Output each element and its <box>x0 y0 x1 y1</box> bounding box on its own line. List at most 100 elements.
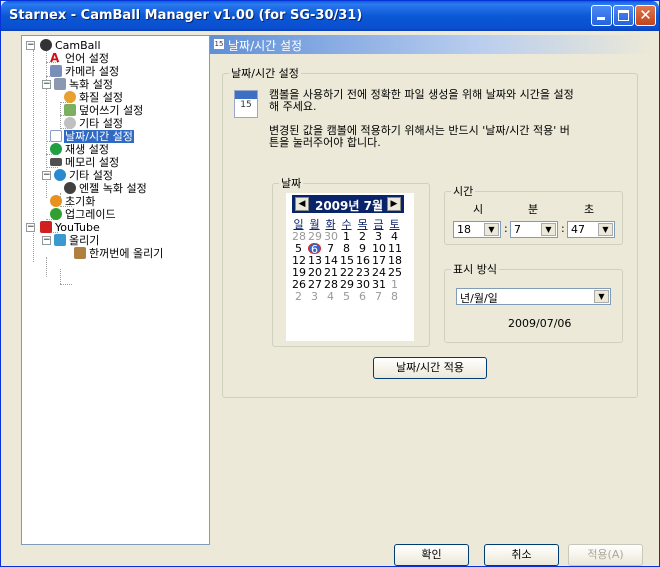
calendar-weekday: 금 <box>373 218 384 231</box>
tree-item-label: 올리기 <box>69 234 100 247</box>
calendar-day[interactable]: 16 <box>356 255 370 266</box>
format-select[interactable]: 년/월/일 ▼ <box>456 288 611 305</box>
calendar-icon <box>50 130 62 142</box>
maximize-button[interactable] <box>613 5 634 26</box>
close-button[interactable]: ✕ <box>635 5 656 26</box>
calendar-weekday: 일 <box>293 218 304 231</box>
chevron-down-icon[interactable]: ▼ <box>484 223 499 236</box>
calendar-day[interactable]: 29 <box>308 231 322 242</box>
record-icon <box>54 78 66 90</box>
calendar-weekday: 목 <box>357 218 368 231</box>
apply-datetime-button[interactable]: 날짜/시간 적용 <box>373 357 487 379</box>
calendar-day[interactable]: 8 <box>340 243 353 254</box>
next-month-button[interactable]: ▶ <box>387 197 401 211</box>
calendar-day[interactable]: 28 <box>324 279 338 290</box>
minimize-button[interactable] <box>591 5 612 26</box>
calendar-weekday: 월 <box>309 218 320 231</box>
calendar-day[interactable]: 30 <box>324 231 338 242</box>
calendar-day[interactable]: 4 <box>324 291 337 302</box>
play-icon <box>50 143 62 155</box>
cancel-button[interactable]: 취소 <box>484 544 559 566</box>
tree-item-label: 메모리 설정 <box>65 156 120 169</box>
calendar-day[interactable]: 3 <box>372 231 385 242</box>
calendar-day[interactable]: 21 <box>324 267 338 278</box>
tree-item-label: 덮어쓰기 설정 <box>79 104 144 117</box>
calendar-day[interactable]: 2 <box>356 231 369 242</box>
calendar-day[interactable]: 6 <box>308 243 321 255</box>
calendar-day[interactable]: 2 <box>292 291 305 302</box>
tree-item-label: 날짜/시간 설정 <box>64 130 134 143</box>
calendar-day[interactable]: 29 <box>340 279 354 290</box>
calendar-day[interactable]: 22 <box>340 267 354 278</box>
calendar-day[interactable]: 11 <box>388 243 402 254</box>
chevron-down-icon[interactable]: ▼ <box>594 290 609 303</box>
hour-select[interactable]: 18 ▼ <box>453 221 501 238</box>
calendar-day[interactable]: 5 <box>292 243 305 254</box>
calendar-day[interactable]: 13 <box>308 255 322 266</box>
calendar-weekday: 토 <box>389 218 400 231</box>
calendar-day[interactable]: 4 <box>388 231 401 242</box>
misc-icon <box>64 117 76 129</box>
apply-button[interactable]: 적용(A) <box>568 544 643 566</box>
calendar-weekday: 화 <box>325 218 336 231</box>
calendar-day[interactable]: 30 <box>356 279 370 290</box>
angel-icon <box>64 182 76 194</box>
language-icon: A <box>50 51 60 65</box>
calendar-day[interactable]: 25 <box>388 267 402 278</box>
close-icon: ✕ <box>639 6 652 24</box>
calendar-day[interactable]: 6 <box>356 291 369 302</box>
hour-label: 시 <box>473 203 484 216</box>
calendar-day[interactable]: 15 <box>340 255 354 266</box>
calendar-day[interactable]: 8 <box>388 291 401 302</box>
tree-item-label: YouTube <box>55 221 100 234</box>
calendar-day[interactable]: 1 <box>388 279 401 290</box>
camera-icon <box>50 65 62 77</box>
calendar-day[interactable]: 18 <box>388 255 402 266</box>
minute-select[interactable]: 7 ▼ <box>510 221 558 238</box>
datetime-group-title: 날짜/시간 설정 <box>231 67 299 80</box>
upgrade-icon <box>50 208 62 220</box>
settings-tree[interactable]: − CamBall A 언어 설정 카메라 설정 − 녹화 설정 화질 설정 덮… <box>21 35 210 545</box>
time-group-title: 시간 <box>453 185 474 198</box>
calendar-day[interactable]: 9 <box>356 243 369 254</box>
collapse-icon[interactable]: − <box>42 236 51 245</box>
calendar-day[interactable]: 5 <box>340 291 353 302</box>
calendar-day[interactable]: 14 <box>324 255 338 266</box>
content-header: 15 날짜/시간 설정 <box>210 35 653 54</box>
calendar-day[interactable]: 31 <box>372 279 386 290</box>
calendar-day[interactable]: 7 <box>324 243 337 254</box>
title-bar[interactable]: Starnex - CamBall Manager v1.00 (for SG-… <box>1 1 659 31</box>
collapse-icon[interactable]: − <box>42 80 51 89</box>
chevron-down-icon[interactable]: ▼ <box>598 223 613 236</box>
calendar-day[interactable]: 3 <box>308 291 321 302</box>
tree-item-label: 한꺼번에 올리기 <box>89 247 164 260</box>
batch-upload-icon <box>74 247 86 259</box>
camball-icon <box>40 39 52 51</box>
second-select[interactable]: 47 ▼ <box>567 221 615 238</box>
calendar-day[interactable]: 7 <box>372 291 385 302</box>
calendar[interactable]: ◀ 2009년 7월 ▶ 일 월 화 수 목 금 토 28 29 30 1 2 3 4 5 6 7 8 9 10 11 1… <box>286 193 414 341</box>
calendar-day[interactable]: 27 <box>308 279 322 290</box>
calendar-day[interactable]: 23 <box>356 267 370 278</box>
calendar-day[interactable]: 10 <box>372 243 386 254</box>
tree-item-label: CamBall <box>55 39 101 52</box>
calendar-day[interactable]: 19 <box>292 267 306 278</box>
format-group-title: 표시 방식 <box>453 263 497 276</box>
calendar-day[interactable]: 1 <box>340 231 353 242</box>
calendar-weekday: 수 <box>341 218 352 231</box>
collapse-icon[interactable]: − <box>26 41 35 50</box>
calendar-day[interactable]: 17 <box>372 255 386 266</box>
chevron-down-icon[interactable]: ▼ <box>541 223 556 236</box>
calendar-day[interactable]: 12 <box>292 255 306 266</box>
calendar-day[interactable]: 20 <box>308 267 322 278</box>
reset-icon <box>50 195 62 207</box>
calendar-day[interactable]: 24 <box>372 267 386 278</box>
hour-value: 18 <box>457 223 471 236</box>
calendar-day[interactable]: 26 <box>292 279 306 290</box>
ok-button[interactable]: 확인 <box>394 544 469 566</box>
collapse-icon[interactable]: − <box>42 171 51 180</box>
prev-month-button[interactable]: ◀ <box>295 197 309 211</box>
collapse-icon[interactable]: − <box>26 223 35 232</box>
calendar-day[interactable]: 28 <box>292 231 306 242</box>
etc-icon <box>54 169 66 181</box>
